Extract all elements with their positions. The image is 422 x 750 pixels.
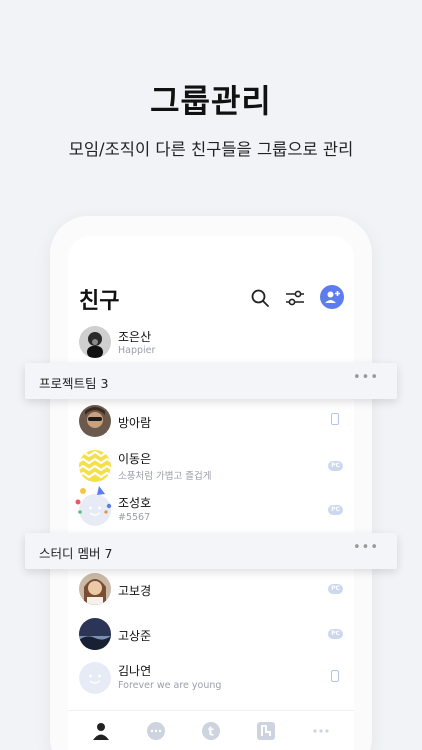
add-friend-button[interactable] [320,285,344,309]
avatar [79,326,111,358]
friend-name: 고상준 [118,629,152,643]
friend-row[interactable]: 김나연 Forever we are young [68,656,354,700]
friend-name: 이동은 [118,452,152,466]
search-icon[interactable] [248,286,272,310]
avatar [79,573,111,605]
friend-row[interactable]: 고상준 PC [68,612,354,656]
friend-name: 방아람 [118,416,152,430]
hero-subtitle: 모임/조직이 다른 친구들을 그룹으로 관리 [68,140,354,159]
friend-status: 소풍처럼 가볍고 즐겁게 [118,471,212,482]
person-icon[interactable] [91,721,111,741]
t-icon[interactable]: t [201,721,221,741]
friend-name: 고보경 [118,584,152,598]
party-decoration-icon [75,486,112,514]
avatar [79,450,111,482]
pc-badge: PC [328,505,343,515]
friend-name: 조성호 [118,496,152,510]
friend-status: #5567 [118,512,151,523]
mobile-icon [331,670,339,682]
more-options-icon[interactable]: ••• [353,370,379,385]
pc-badge: PC [328,629,343,639]
avatar [79,662,111,694]
phone-screen: 친구 조은산 Happier 방아람 이동은 소풍처럼 가볍고 즐겁게 PC 조… [68,236,354,750]
mobile-icon [331,413,339,425]
group-header-project[interactable]: 프로젝트팀 3 ••• [25,363,397,399]
friend-row[interactable]: 조성호 #5567 PC [68,486,354,532]
friend-row[interactable]: 방아람 [68,399,354,443]
pc-badge: PC [328,584,343,594]
more-icon[interactable] [311,721,331,741]
svg-text:t: t [208,725,214,739]
avatar [79,618,111,650]
hero-title: 그룹관리 [150,82,272,120]
group-header-study[interactable]: 스터디 멤버 7 ••• [25,533,397,569]
chat-icon[interactable] [146,721,166,741]
tab-bar: t [68,710,354,750]
more-options-icon[interactable]: ••• [353,540,379,555]
add-friend-icon [325,291,340,303]
friend-row-top[interactable]: 조은산 Happier [68,320,354,364]
friend-row[interactable]: 고보경 PC [68,567,354,611]
n-icon[interactable] [256,721,276,741]
group-label: 프로젝트팀 3 [39,376,109,391]
friend-name: 김나연 [118,664,152,678]
friend-status: Forever we are young [118,680,222,691]
avatar [79,405,111,437]
pc-badge: PC [328,461,343,471]
friend-name: 조은산 [118,330,152,344]
app-title: 친구 [79,289,120,314]
group-label: 스터디 멤버 7 [39,546,113,561]
filter-icon[interactable] [283,286,307,310]
friend-status: Happier [118,345,156,356]
